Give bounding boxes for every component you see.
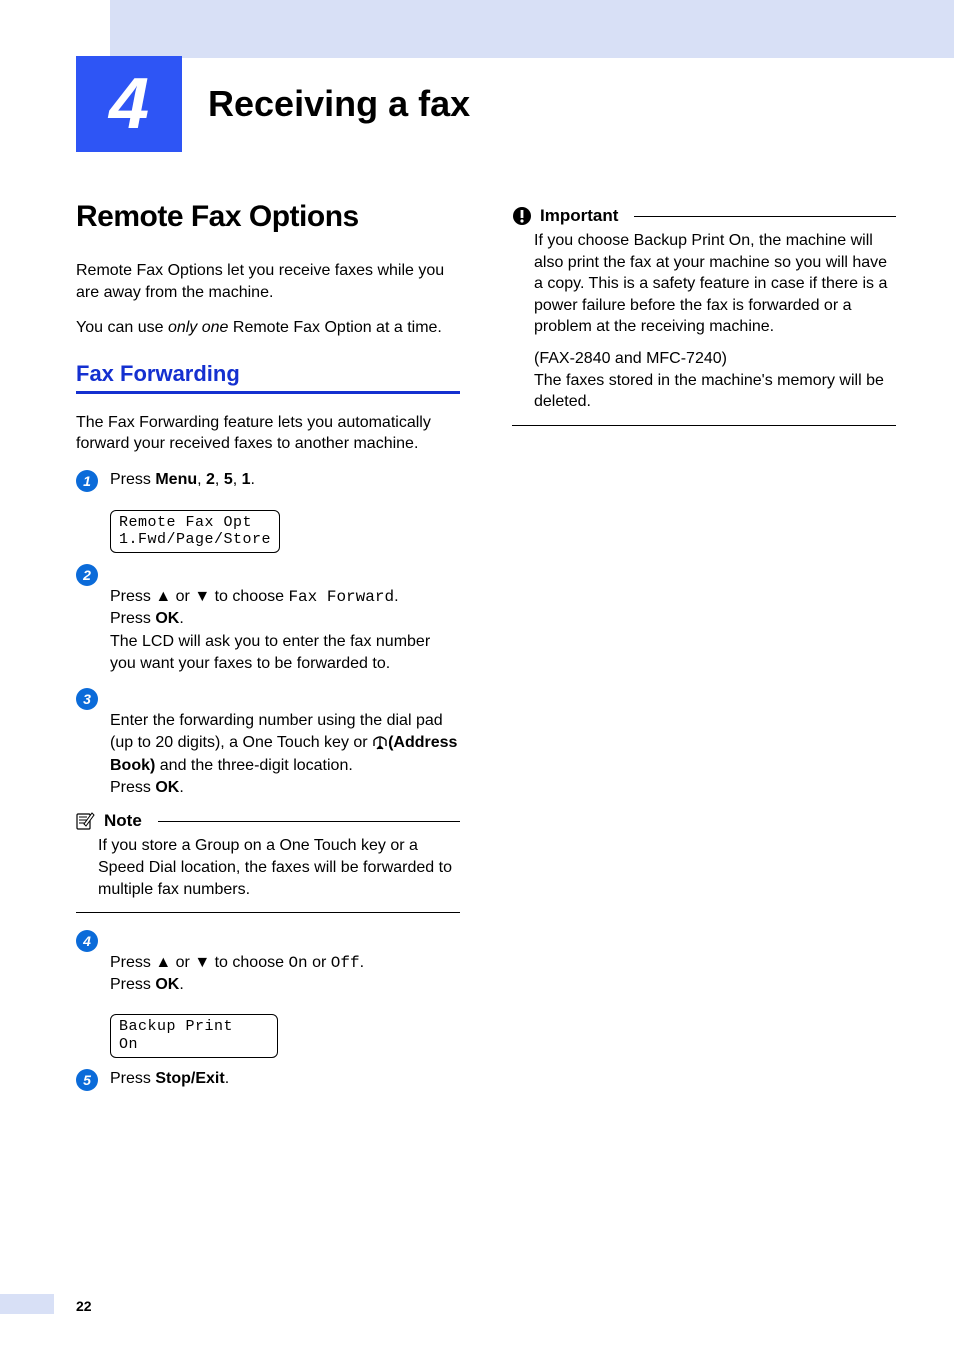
forwarding-intro: The Fax Forwarding feature lets you auto… xyxy=(76,412,460,455)
note-body: If you store a Group on a One Touch key … xyxy=(76,835,460,913)
text: . xyxy=(251,471,255,488)
up-arrow-icon: ▲ xyxy=(155,954,171,971)
step-1: 1 Press Menu, 2, 5, 1. xyxy=(76,469,460,492)
key-ok: OK xyxy=(155,779,179,796)
chapter-header: 4 Receiving a fax xyxy=(76,56,470,152)
subsection-title: Fax Forwarding xyxy=(76,361,460,394)
text: If you choose Backup Print On, the machi… xyxy=(534,230,896,338)
lcd-option: Fax Forward xyxy=(288,588,394,606)
step-number-icon: 5 xyxy=(76,1069,98,1091)
text: Press xyxy=(110,954,155,971)
chapter-number: 4 xyxy=(76,56,182,152)
section-title: Remote Fax Options xyxy=(76,200,460,234)
key-ok: OK xyxy=(155,976,179,993)
emphasis: only one xyxy=(168,319,229,336)
step-number-icon: 4 xyxy=(76,930,98,952)
key-menu: Menu xyxy=(155,471,197,488)
text: . xyxy=(179,976,183,993)
text: , xyxy=(215,471,224,488)
text: . xyxy=(225,1070,229,1087)
text: Press xyxy=(110,471,155,488)
important-title: Important xyxy=(540,206,618,226)
left-column: Remote Fax Options Remote Fax Options le… xyxy=(76,200,460,1103)
step-4: 4 Press ▲ or ▼ to choose On or Off. Pres… xyxy=(76,929,460,996)
text: , xyxy=(233,471,242,488)
text: Remote Fax Option at a time. xyxy=(228,319,441,336)
note-icon xyxy=(76,812,96,830)
text: Press xyxy=(110,1070,155,1087)
key-ok: OK xyxy=(155,610,179,627)
page-number: 22 xyxy=(76,1298,92,1314)
lcd-option: On xyxy=(288,954,307,972)
step-number-icon: 3 xyxy=(76,688,98,710)
text: or xyxy=(308,954,331,971)
chapter-title: Receiving a fax xyxy=(182,83,470,125)
right-column: Important If you choose Backup Print On,… xyxy=(512,200,896,1103)
up-arrow-icon: ▲ xyxy=(155,588,171,605)
text: to choose xyxy=(210,588,288,605)
step-2: 2 Press ▲ or ▼ to choose Fax Forward. Pr… xyxy=(76,563,460,675)
header-band xyxy=(110,0,954,58)
text: to choose xyxy=(210,954,288,971)
down-arrow-icon: ▼ xyxy=(194,954,210,971)
text: or xyxy=(171,588,194,605)
intro-p2: You can use only one Remote Fax Option a… xyxy=(76,317,460,339)
step-number-icon: 2 xyxy=(76,564,98,586)
step-5: 5 Press Stop/Exit. xyxy=(76,1068,460,1091)
address-book-icon xyxy=(372,734,388,750)
lcd-display-1: Remote Fax Opt 1.Fwd/Page/Store xyxy=(110,510,280,554)
text: . xyxy=(179,779,183,796)
lcd-option: Off xyxy=(331,954,360,972)
rule xyxy=(158,821,460,822)
page-number-band xyxy=(0,1294,54,1314)
important-body: If you choose Backup Print On, the machi… xyxy=(512,230,896,426)
intro-p1: Remote Fax Options let you receive faxes… xyxy=(76,260,460,303)
text: or xyxy=(171,954,194,971)
text: , xyxy=(197,471,206,488)
note-title: Note xyxy=(104,811,142,831)
key-1: 1 xyxy=(242,471,251,488)
important-callout: Important If you choose Backup Print On,… xyxy=(512,206,896,426)
important-icon xyxy=(512,206,532,226)
step-number-icon: 1 xyxy=(76,470,98,492)
key-5: 5 xyxy=(224,471,233,488)
text: (FAX-2840 and MFC-7240) The faxes stored… xyxy=(534,348,896,413)
text: Press xyxy=(110,588,155,605)
step-body: Press ▲ or ▼ to choose Fax Forward. Pres… xyxy=(110,563,460,675)
key-stop-exit: Stop/Exit xyxy=(155,1070,224,1087)
step-body: Press Stop/Exit. xyxy=(110,1068,460,1090)
lcd-display-2: Backup Print On xyxy=(110,1014,278,1058)
key-2: 2 xyxy=(206,471,215,488)
step-body: Press ▲ or ▼ to choose On or Off. Press … xyxy=(110,929,460,996)
step-body: Enter the forwarding number using the di… xyxy=(110,687,460,799)
text: You can use xyxy=(76,319,168,336)
note-callout: Note If you store a Group on a One Touch… xyxy=(76,811,460,913)
rule xyxy=(634,216,896,217)
step-body: Press Menu, 2, 5, 1. xyxy=(110,469,460,491)
step-3: 3 Enter the forwarding number using the … xyxy=(76,687,460,799)
down-arrow-icon: ▼ xyxy=(194,588,210,605)
